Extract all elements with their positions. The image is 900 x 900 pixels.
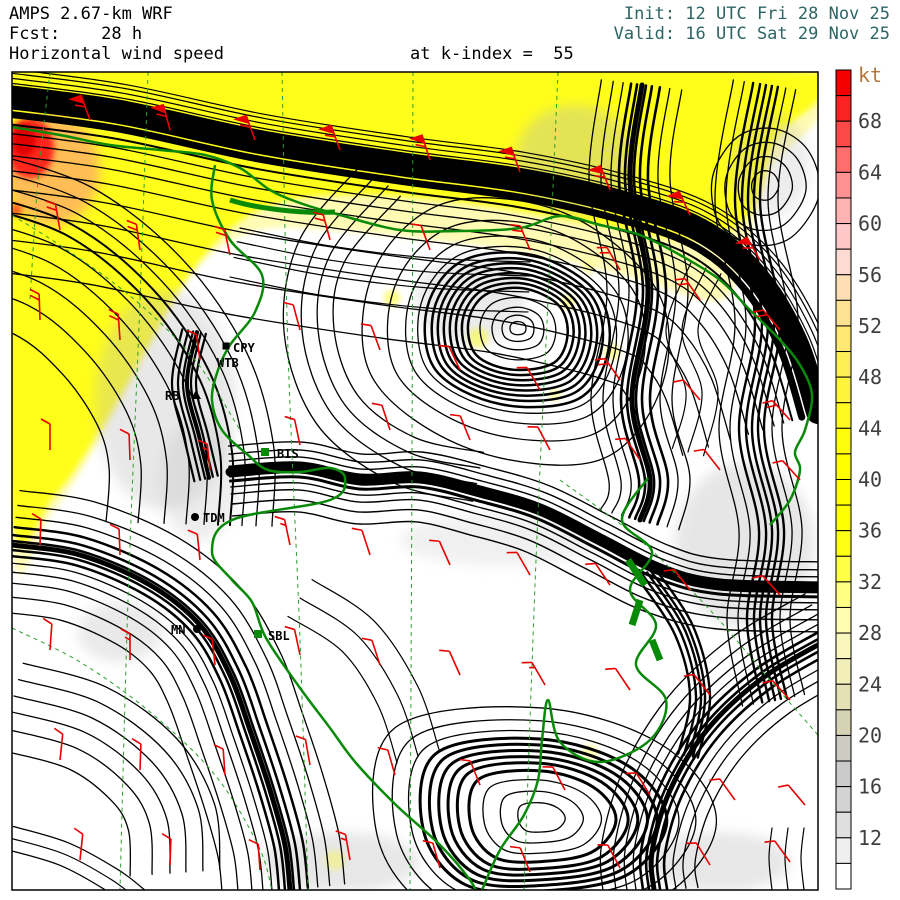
colorbar-tick-label: 36 — [858, 519, 882, 543]
colorbar-cell — [835, 376, 852, 404]
colorbar-cell — [835, 325, 852, 353]
station-marker — [222, 342, 230, 350]
colorbar-cell — [835, 632, 852, 660]
colorbar-cell — [835, 709, 852, 736]
station-label: TDM — [203, 511, 225, 525]
map-canvas: CPYWTB RB BIS TDM MN SBL — [12, 72, 818, 890]
colorbar-cell — [835, 504, 852, 532]
colorbar-cell — [835, 760, 852, 788]
colorbar-cell — [835, 530, 852, 557]
colorbar-cell — [835, 402, 852, 429]
colorbar-cell — [835, 862, 852, 890]
colorbar-cell — [835, 146, 852, 173]
colorbar-cell — [835, 606, 852, 634]
colorbar-cell — [835, 351, 852, 378]
colorbar-tick-label: 40 — [858, 468, 882, 492]
colorbar-cell — [835, 427, 852, 455]
colorbar-cell — [835, 299, 852, 327]
colorbar-tick-label: 48 — [858, 365, 882, 389]
colorbar-cell — [835, 786, 852, 813]
colorbar-tick-label: 68 — [858, 109, 882, 133]
station-marker — [254, 630, 262, 638]
colorbar-cell — [835, 120, 852, 148]
station-label: CPY — [233, 341, 255, 355]
colorbar: kt 68 64 60 56 52 48 44 40 36 32 28 24 20 16 12 — [835, 63, 882, 890]
colorbar-cell — [835, 95, 852, 122]
colorbar-cell — [835, 274, 852, 301]
station-label: MN — [171, 623, 185, 637]
colorbar-cell — [835, 734, 852, 762]
colorbar-cell — [835, 581, 852, 608]
colorbar-tick-label: 44 — [858, 416, 882, 440]
station-label: SBL — [268, 629, 290, 643]
colorbar-cell — [835, 837, 852, 864]
colorbar-tick-label: 20 — [858, 723, 882, 747]
station-marker — [261, 448, 269, 456]
colorbar-cell — [835, 453, 852, 480]
colorbar-cell — [835, 69, 852, 97]
wind-speed-map: CPYWTB RB BIS TDM MN SBL kt 68 64 60 56 52 48 44 40 36 3… — [11, 63, 882, 891]
colorbar-tick-label: 28 — [858, 621, 882, 645]
colorbar-cell — [835, 811, 852, 839]
colorbar-tick-label: 60 — [858, 212, 882, 236]
colorbar-tick-label: 32 — [858, 570, 882, 594]
colorbar-cell — [835, 683, 852, 711]
station-marker — [193, 625, 201, 633]
colorbar-unit-label: kt — [858, 63, 882, 87]
colorbar-tick-label: 64 — [858, 160, 882, 184]
colorbar-cell — [835, 658, 852, 685]
colorbar-cell — [835, 479, 852, 506]
colorbar-tick-label: 16 — [858, 775, 882, 799]
station-label: WTB — [217, 356, 239, 370]
station-marker — [191, 513, 199, 521]
colorbar-tick-label: 24 — [858, 672, 882, 696]
weather-plot-page: AMPS 2.67-km WRF Fcst: 28 h Horizontal w… — [0, 0, 900, 900]
colorbar-tick-label: 56 — [858, 263, 882, 287]
colorbar-cell — [835, 197, 852, 225]
station-label: BIS — [277, 447, 299, 461]
colorbar-cell — [835, 223, 852, 250]
colorbar-cell — [835, 248, 852, 276]
colorbar-tick-label: 12 — [858, 826, 882, 850]
colorbar-cell — [835, 171, 852, 199]
colorbar-cell — [835, 555, 852, 583]
station-label: RB — [165, 389, 179, 403]
colorbar-tick-label: 52 — [858, 314, 882, 338]
